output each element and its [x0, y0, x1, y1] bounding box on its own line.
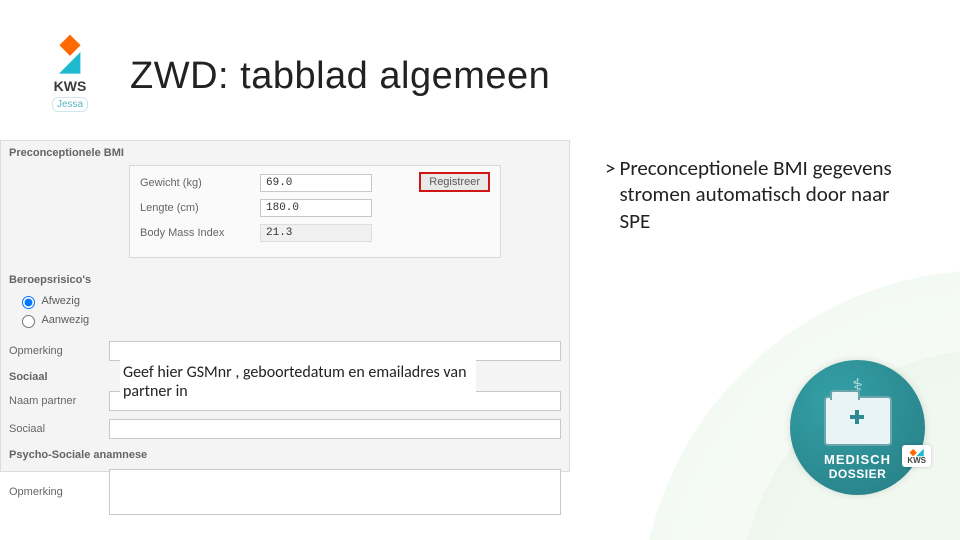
sociaal-input[interactable]	[109, 419, 561, 439]
opmerking-input[interactable]	[109, 341, 561, 361]
gewicht-input[interactable]	[260, 174, 372, 192]
brand-logo: ◆◢ KWS Jessa	[40, 30, 100, 112]
sociaal-label: Sociaal	[9, 423, 109, 435]
badge-mini-logo: ◆◢ KWS	[902, 445, 931, 467]
section-bmi-label: Preconceptionele BMI	[1, 141, 569, 163]
risico-radios: Afwezig Aanwezig	[1, 293, 569, 337]
plus-icon	[850, 410, 864, 424]
lengte-input[interactable]	[260, 199, 372, 217]
radio-afwezig[interactable]	[22, 296, 35, 309]
badge-line2: DOSSIER	[829, 467, 887, 481]
registreer-button[interactable]: Registreer	[419, 172, 490, 192]
section-risico-label: Beroepsrisico's	[1, 268, 569, 290]
badge-line1: MEDISCH	[824, 452, 891, 467]
commentary-text: Preconceptionele BMI gegevens stromen au…	[619, 155, 915, 234]
logo-mark: ◆◢	[40, 30, 100, 82]
slide-title: ZWD: tabblad algemeen	[130, 55, 550, 98]
gewicht-label: Gewicht (kg)	[140, 177, 260, 189]
logo-brand-text: KWS	[40, 78, 100, 94]
ehr-form-screenshot: Preconceptionele BMI Registreer Gewicht …	[0, 140, 570, 472]
radio-afwezig-label[interactable]: Afwezig	[17, 293, 569, 309]
annotation-note: Geef hier GSMnr , geboortedatum en email…	[120, 360, 476, 404]
opmerking2-label: Opmerking	[9, 486, 109, 498]
commentary-block: > Preconceptionele BMI gegevens stromen …	[605, 155, 915, 234]
lengte-label: Lengte (cm)	[140, 202, 260, 214]
medisch-dossier-badge: ⚕ MEDISCH DOSSIER ◆◢ KWS	[790, 360, 925, 495]
bmi-value: 21.3	[260, 224, 372, 242]
radio-aanwezig[interactable]	[22, 315, 35, 328]
radio-aanwezig-text: Aanwezig	[41, 314, 89, 326]
badge-mini-text: KWS	[907, 456, 926, 465]
section-psy-label: Psycho-Sociale anamnese	[1, 443, 569, 465]
logo-sub-text: Jessa	[52, 97, 88, 112]
opmerking2-textarea[interactable]	[109, 469, 561, 515]
bmi-panel: Registreer Gewicht (kg) Lengte (cm) Body…	[129, 165, 501, 258]
radio-aanwezig-label[interactable]: Aanwezig	[17, 312, 569, 328]
opmerking-label: Opmerking	[9, 345, 109, 357]
naam-partner-label: Naam partner	[9, 395, 109, 407]
radio-afwezig-text: Afwezig	[41, 295, 80, 307]
folder-icon	[824, 396, 892, 446]
bullet-marker: >	[605, 155, 615, 234]
bmi-label: Body Mass Index	[140, 227, 260, 239]
